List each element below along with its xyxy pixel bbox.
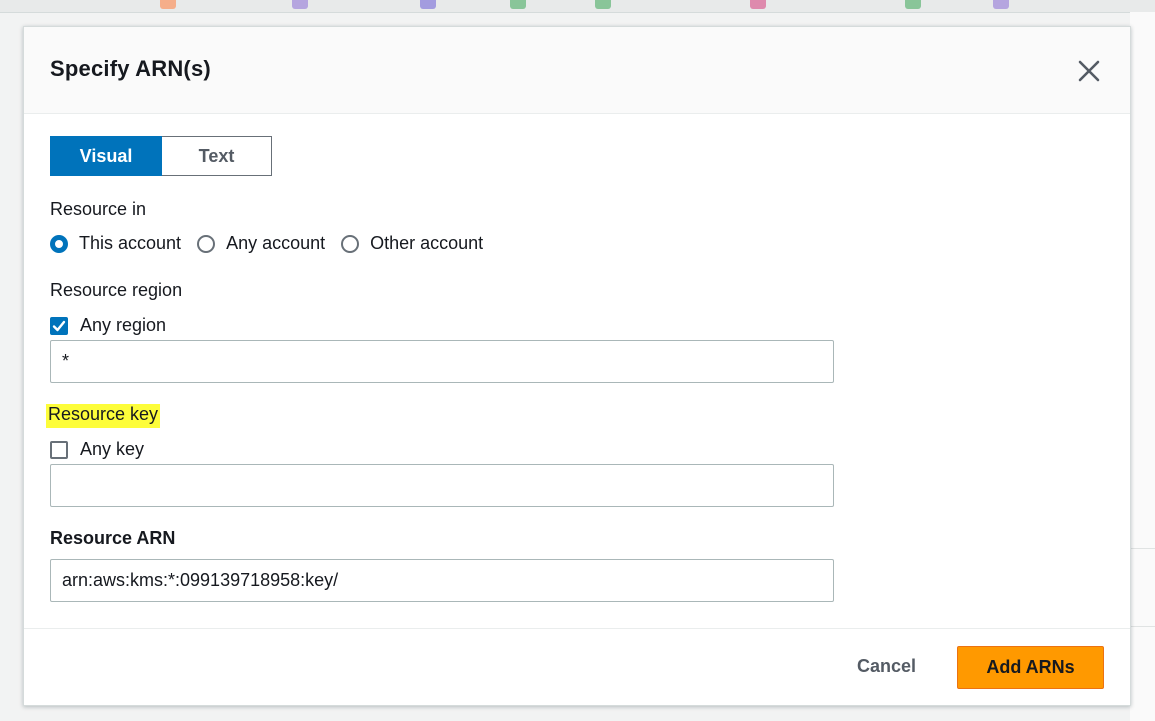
checkbox-unchecked-icon xyxy=(50,440,68,459)
resource-region-label: Resource region xyxy=(50,280,183,300)
checkbox-label: Any region xyxy=(80,315,167,335)
radio-unselected-icon xyxy=(341,234,360,253)
radio-this-account[interactable]: This account xyxy=(50,233,181,254)
resource-key-label: Resource key xyxy=(46,404,161,428)
resource-arn-label: Resource ARN xyxy=(50,528,176,548)
background-icon xyxy=(750,0,766,9)
background-toolbar xyxy=(0,0,1155,13)
radio-selected-icon xyxy=(50,234,68,253)
background-page xyxy=(1130,12,1155,721)
background-divider xyxy=(1130,548,1155,549)
specify-arn-modal: Specify ARN(s) Visual Text Resource in T… xyxy=(23,26,1131,706)
radio-label: Any account xyxy=(226,233,326,253)
background-icon xyxy=(420,0,436,9)
background-icon xyxy=(292,0,308,9)
resource-in-label: Resource in xyxy=(50,199,147,219)
background-divider xyxy=(1130,626,1155,627)
any-region-checkbox[interactable]: Any region xyxy=(50,315,166,336)
background-icon xyxy=(905,0,921,9)
modal-title: Specify ARN(s) xyxy=(50,56,211,81)
resource-in-radio-group: This account Any account Other account xyxy=(50,233,499,254)
resource-key-input[interactable] xyxy=(50,464,834,507)
close-button[interactable] xyxy=(1075,57,1103,85)
background-icon xyxy=(993,0,1009,9)
mode-toggle: Visual Text xyxy=(50,136,272,176)
radio-other-account[interactable]: Other account xyxy=(341,233,483,254)
checkbox-checked-icon xyxy=(50,316,68,335)
radio-label: This account xyxy=(79,233,182,253)
radio-any-account[interactable]: Any account xyxy=(197,233,325,254)
any-key-checkbox[interactable]: Any key xyxy=(50,439,144,460)
modal-footer: Cancel Add ARNs xyxy=(24,628,1130,706)
background-icon xyxy=(510,0,526,9)
checkbox-label: Any key xyxy=(80,439,145,459)
checkmark-icon xyxy=(52,320,66,331)
close-icon xyxy=(1078,60,1100,82)
resource-arn-input[interactable] xyxy=(50,559,834,602)
radio-label: Other account xyxy=(370,233,484,253)
modal-header: Specify ARN(s) xyxy=(24,27,1130,114)
cancel-button[interactable]: Cancel xyxy=(857,656,916,677)
text-tab[interactable]: Text xyxy=(162,136,272,176)
background-icon xyxy=(595,0,611,9)
radio-unselected-icon xyxy=(197,234,216,253)
background-icon xyxy=(160,0,176,9)
resource-key-highlight: Resource key xyxy=(46,404,161,428)
add-arns-button[interactable]: Add ARNs xyxy=(957,646,1104,689)
resource-region-input[interactable] xyxy=(50,340,834,383)
visual-tab[interactable]: Visual xyxy=(50,136,162,176)
